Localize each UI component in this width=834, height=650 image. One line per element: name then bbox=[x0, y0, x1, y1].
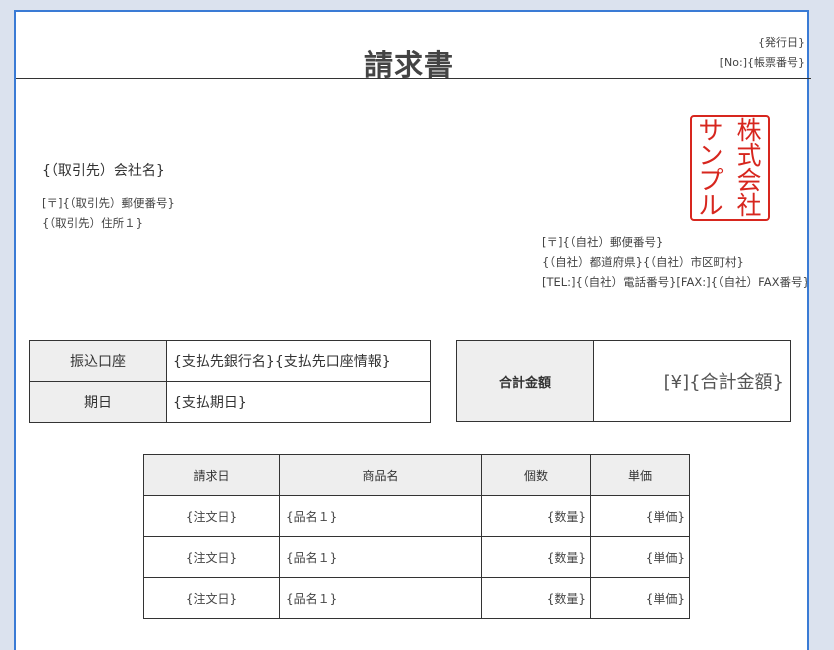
client-company-name: {（取引先）会社名} bbox=[42, 163, 165, 179]
account-row: 振込口座 {支払先銀行名}{支払先口座情報} bbox=[29, 340, 431, 382]
account-label: 振込口座 bbox=[29, 340, 167, 382]
due-date-row: 期日 {支払期日} bbox=[29, 381, 431, 423]
header-product-name: 商品名 bbox=[279, 454, 482, 496]
due-date-label: 期日 bbox=[29, 381, 167, 423]
product-name-cell: {品名１} bbox=[279, 495, 482, 537]
unit-price-cell: {単価} bbox=[590, 536, 690, 578]
sender-phone-fax: [TEL:]{（自社）電話番号}[FAX:]{（自社）FAX番号} bbox=[542, 275, 807, 289]
order-date-cell: {注文日} bbox=[143, 495, 280, 537]
product-name-cell: {品名１} bbox=[279, 536, 482, 578]
header-billing-date: 請求日 bbox=[143, 454, 280, 496]
header-unit-price: 単価 bbox=[590, 454, 690, 496]
client-address: {（取引先）住所１} bbox=[42, 216, 143, 230]
company-seal-stamp: 株 式 会 社 サ ン プ ル bbox=[690, 115, 770, 221]
quantity-cell: {数量} bbox=[481, 536, 591, 578]
client-postal-code: [〒]{（取引先）郵便番号} bbox=[42, 196, 175, 210]
quantity-cell: {数量} bbox=[481, 495, 591, 537]
sender-postal-code: [〒]{（自社）郵便番号} bbox=[542, 235, 664, 249]
seal-text-name: サ ン プ ル bbox=[698, 116, 724, 220]
seal-text-company: 株 式 会 社 bbox=[736, 116, 762, 220]
payment-info-table: 振込口座 {支払先銀行名}{支払先口座情報} 期日 {支払期日} bbox=[29, 340, 431, 423]
order-date-cell: {注文日} bbox=[143, 577, 280, 619]
total-label: 合計金額 bbox=[456, 340, 594, 422]
table-header-row: 請求日 商品名 個数 単価 bbox=[143, 454, 690, 496]
account-value: {支払先銀行名}{支払先口座情報} bbox=[166, 340, 431, 382]
product-name-cell: {品名１} bbox=[279, 577, 482, 619]
total-amount-table: 合計金額 [¥]{合計金額} bbox=[456, 340, 791, 422]
total-row: 合計金額 [¥]{合計金額} bbox=[456, 340, 791, 422]
table-row: {注文日} {品名１} {数量} {単価} bbox=[143, 536, 690, 578]
unit-price-cell: {単価} bbox=[590, 577, 690, 619]
order-date-cell: {注文日} bbox=[143, 536, 280, 578]
issue-date: {発行日} bbox=[758, 36, 805, 49]
table-row: {注文日} {品名１} {数量} {単価} bbox=[143, 495, 690, 537]
document-number: [No:]{帳票番号} bbox=[719, 56, 805, 69]
table-row: {注文日} {品名１} {数量} {単価} bbox=[143, 577, 690, 619]
quantity-cell: {数量} bbox=[481, 577, 591, 619]
line-items-table: 請求日 商品名 個数 単価 {注文日} {品名１} {数量} {単価} {注文日… bbox=[143, 454, 690, 619]
header-quantity: 個数 bbox=[481, 454, 591, 496]
unit-price-cell: {単価} bbox=[590, 495, 690, 537]
due-date-value: {支払期日} bbox=[166, 381, 431, 423]
sender-address: {（自社）都道府県}{（自社）市区町村} bbox=[542, 255, 744, 269]
total-value: [¥]{合計金額} bbox=[593, 340, 791, 422]
title-divider bbox=[16, 78, 811, 79]
invoice-sheet: 請求書 {発行日} [No:]{帳票番号} {（取引先）会社名} [〒]{（取引… bbox=[14, 10, 811, 650]
